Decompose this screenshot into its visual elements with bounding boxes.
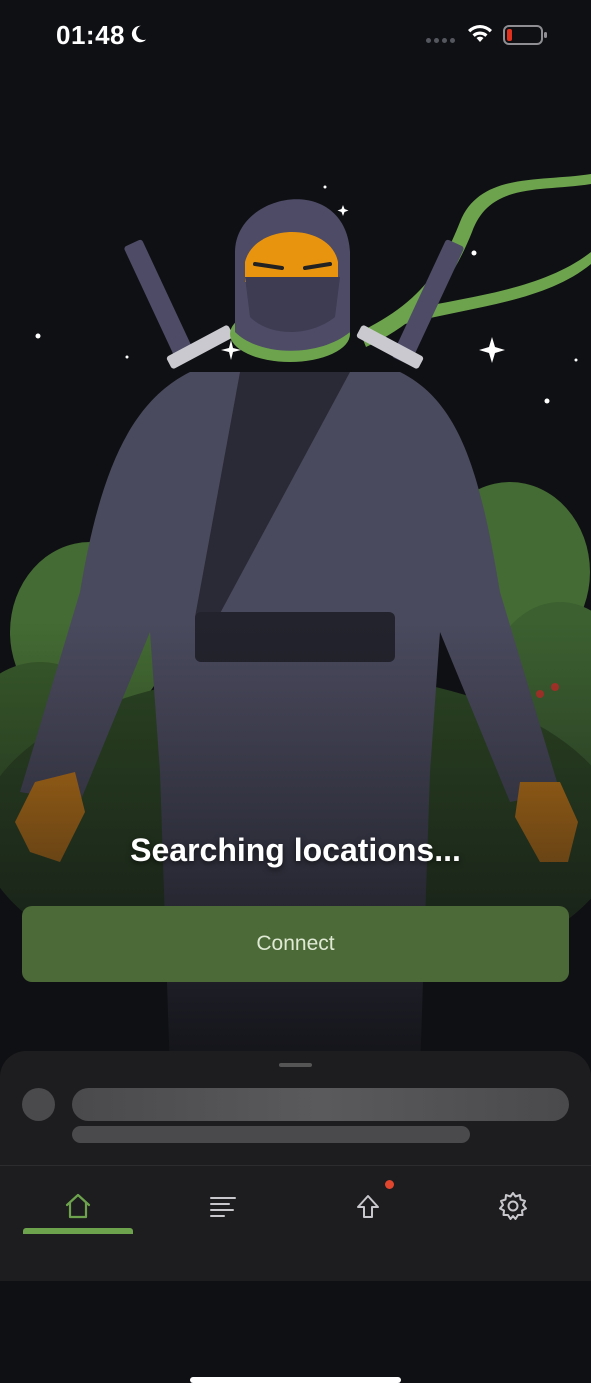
searching-status-text: Searching locations... — [130, 832, 461, 868]
status-bar: 01:48 — [0, 0, 591, 72]
upgrade-arrow-icon — [356, 1195, 379, 1218]
list-icon — [209, 1197, 236, 1217]
tab-home[interactable] — [4, 1166, 151, 1246]
battery-low-icon — [503, 25, 547, 45]
connect-button[interactable]: Connect — [22, 906, 569, 982]
loading-subtitle-placeholder — [72, 1126, 470, 1143]
active-tab-indicator — [23, 1228, 133, 1234]
tab-upgrade[interactable] — [294, 1166, 441, 1246]
sheet-drag-handle[interactable] — [279, 1063, 312, 1067]
notification-badge — [385, 1180, 394, 1189]
home-icon — [65, 1193, 90, 1219]
home-indicator — [190, 1377, 401, 1383]
status-time: 01:48 — [56, 20, 125, 50]
bottom-sheet — [0, 1051, 591, 1383]
wifi-icon — [468, 25, 492, 42]
loading-avatar-placeholder — [22, 1088, 55, 1121]
loading-title-placeholder — [72, 1088, 569, 1121]
signal-dots-icon — [426, 38, 455, 43]
tab-list[interactable] — [149, 1166, 296, 1246]
tab-settings[interactable] — [439, 1166, 586, 1246]
gear-icon — [498, 1192, 527, 1220]
tab-bar — [0, 1165, 591, 1383]
moon-icon — [131, 25, 147, 43]
